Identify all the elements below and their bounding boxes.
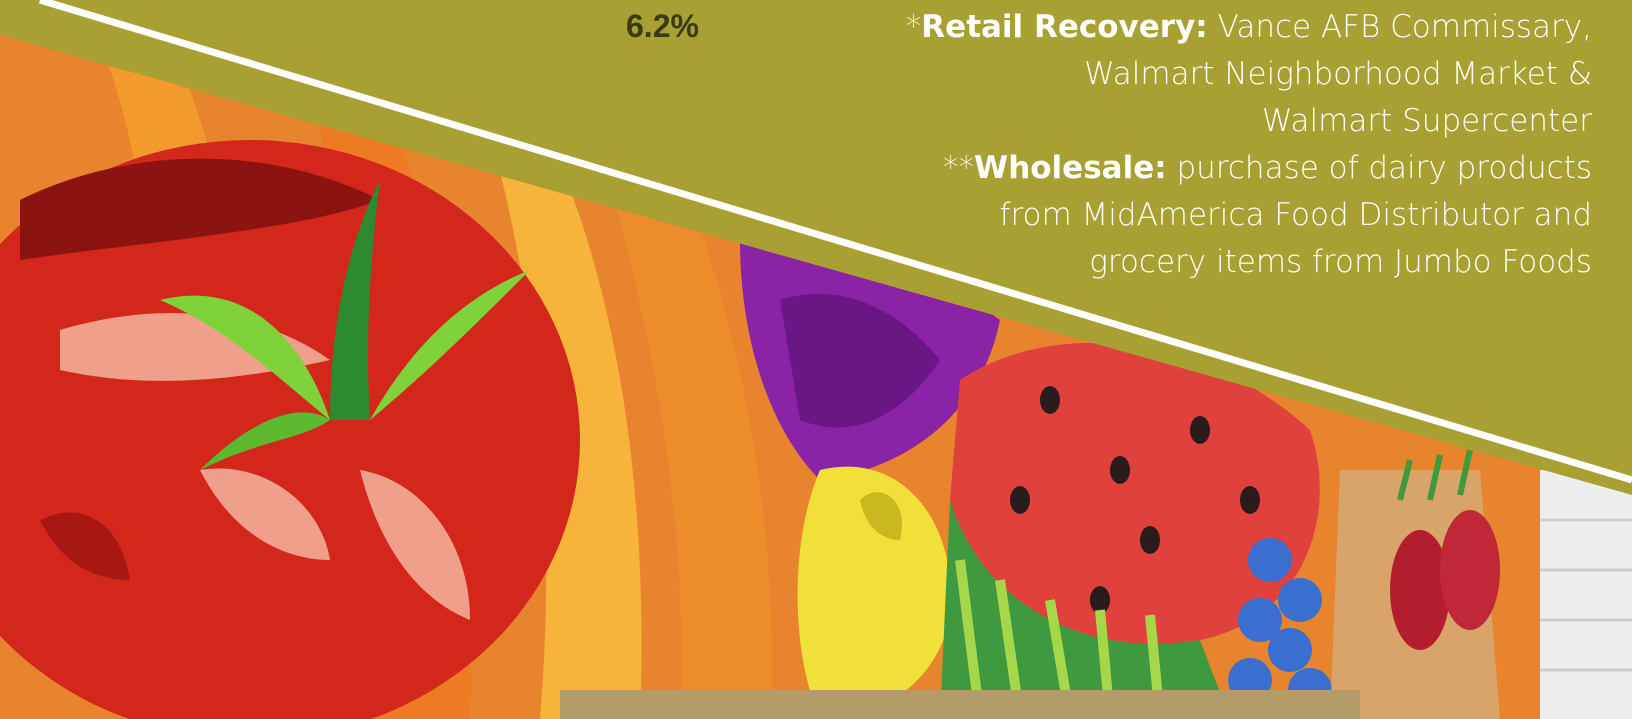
retail-note-line2: Walmart Neighborhood Market & <box>1084 56 1592 92</box>
percentage-value: 6.2% <box>626 8 699 44</box>
retail-note-line3: Walmart Supercenter <box>1261 103 1592 139</box>
wholesale-note-line2: from MidAmerica Food Distributor and <box>999 197 1592 233</box>
retail-note-line1: *Retail Recovery: Vance AFB Commissary, <box>905 9 1592 45</box>
wholesale-label: Wholesale: <box>974 150 1167 186</box>
wholesale-note-line1: **Wholesale: purchase of dairy products <box>943 150 1592 186</box>
source-notes: *Retail Recovery: Vance AFB Commissary, … <box>772 4 1592 286</box>
retail-label: Retail Recovery: <box>921 9 1208 45</box>
wholesale-note-line3: grocery items from Jumbo Foods <box>1089 244 1592 280</box>
